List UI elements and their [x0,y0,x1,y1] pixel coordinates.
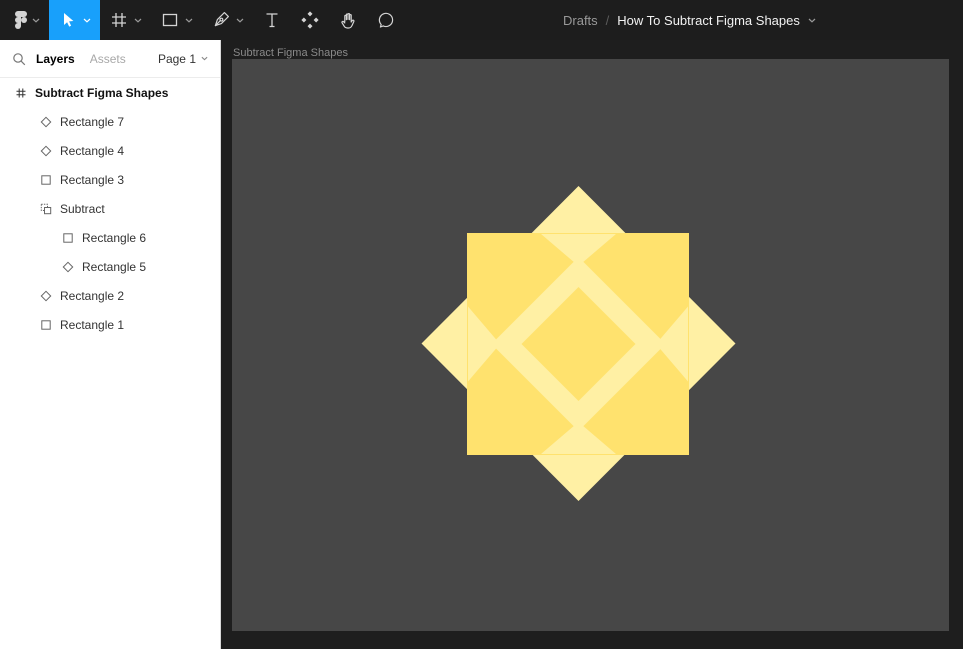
chevron-down-icon [83,18,91,23]
hand-icon [338,10,358,30]
page-selector[interactable]: Page 1 [158,52,208,66]
search-icon [12,52,26,66]
layer-row[interactable]: Rectangle 4 [0,136,220,165]
chevron-down-icon [236,18,244,23]
figma-app: Drafts / How To Subtract Figma Shapes La… [0,0,963,649]
shape-tool-button[interactable] [151,0,202,40]
subtract-boolean-icon [40,203,52,215]
breadcrumb-project[interactable]: Drafts [563,13,598,28]
component-tool-button[interactable] [291,0,329,40]
square-icon [40,174,52,186]
layer-label: Rectangle 4 [60,144,124,158]
layer-row[interactable]: Rectangle 3 [0,165,220,194]
file-title: How To Subtract Figma Shapes [617,13,800,28]
search-button[interactable] [12,52,26,66]
tab-assets[interactable]: Assets [90,52,126,66]
shape-composition[interactable] [232,59,949,631]
layer-row[interactable]: Rectangle 2 [0,281,220,310]
layer-row-subtract-group[interactable]: Subtract [0,194,220,223]
layer-label: Rectangle 2 [60,289,124,303]
chevron-down-icon [201,56,208,61]
layer-label: Rectangle 6 [82,231,146,245]
breadcrumb-separator: / [606,13,610,28]
rectangle-icon [160,10,180,30]
layers-panel: Layers Assets Page 1 Subtract Figma Shap… [0,40,221,649]
diamond-icon [40,145,52,157]
chevron-down-icon [185,18,193,23]
toolbar: Drafts / How To Subtract Figma Shapes [0,0,963,40]
pen-tool-button[interactable] [202,0,253,40]
figma-logo-icon [15,11,27,29]
text-tool-button[interactable] [253,0,291,40]
layer-row[interactable]: Rectangle 6 [0,223,220,252]
comment-icon [376,10,396,30]
file-title-dropdown[interactable]: How To Subtract Figma Shapes [617,13,816,28]
move-tool-button[interactable] [49,0,100,40]
square-icon [40,319,52,331]
layer-row[interactable]: Rectangle 7 [0,107,220,136]
layer-label: Rectangle 3 [60,173,124,187]
chevron-down-icon [134,18,142,23]
page-selector-label: Page 1 [158,52,196,66]
diamond-icon [40,116,52,128]
diamond-icon [40,290,52,302]
chevron-down-icon [32,18,40,23]
diamond-icon [62,261,74,273]
frame-title-label[interactable]: Subtract Figma Shapes [233,47,348,59]
main-menu-button[interactable] [6,0,49,40]
frame-icon [15,87,27,99]
layer-label: Rectangle 1 [60,318,124,332]
square-icon [62,232,74,244]
layer-label: Subtract Figma Shapes [35,86,168,100]
layer-row[interactable]: Rectangle 1 [0,310,220,339]
text-icon [262,10,282,30]
frame-hash-icon [109,10,129,30]
chevron-down-icon [808,18,816,23]
frame-tool-button[interactable] [100,0,151,40]
layer-row[interactable]: Rectangle 5 [0,252,220,281]
tab-layers[interactable]: Layers [36,52,75,66]
comment-tool-button[interactable] [367,0,405,40]
move-cursor-icon [58,10,78,30]
layer-label: Rectangle 5 [82,260,146,274]
panel-header: Layers Assets Page 1 [0,40,220,78]
design-frame[interactable] [232,59,949,631]
layer-label: Rectangle 7 [60,115,124,129]
layer-row-frame[interactable]: Subtract Figma Shapes [0,78,220,107]
layer-list: Subtract Figma Shapes Rectangle 7 Rectan… [0,78,220,339]
breadcrumb: Drafts / How To Subtract Figma Shapes [563,0,816,40]
hand-tool-button[interactable] [329,0,367,40]
layer-label: Subtract [60,202,105,216]
canvas[interactable]: Subtract Figma Shapes [221,40,963,649]
component-icon [300,10,320,30]
pen-icon [211,10,231,30]
